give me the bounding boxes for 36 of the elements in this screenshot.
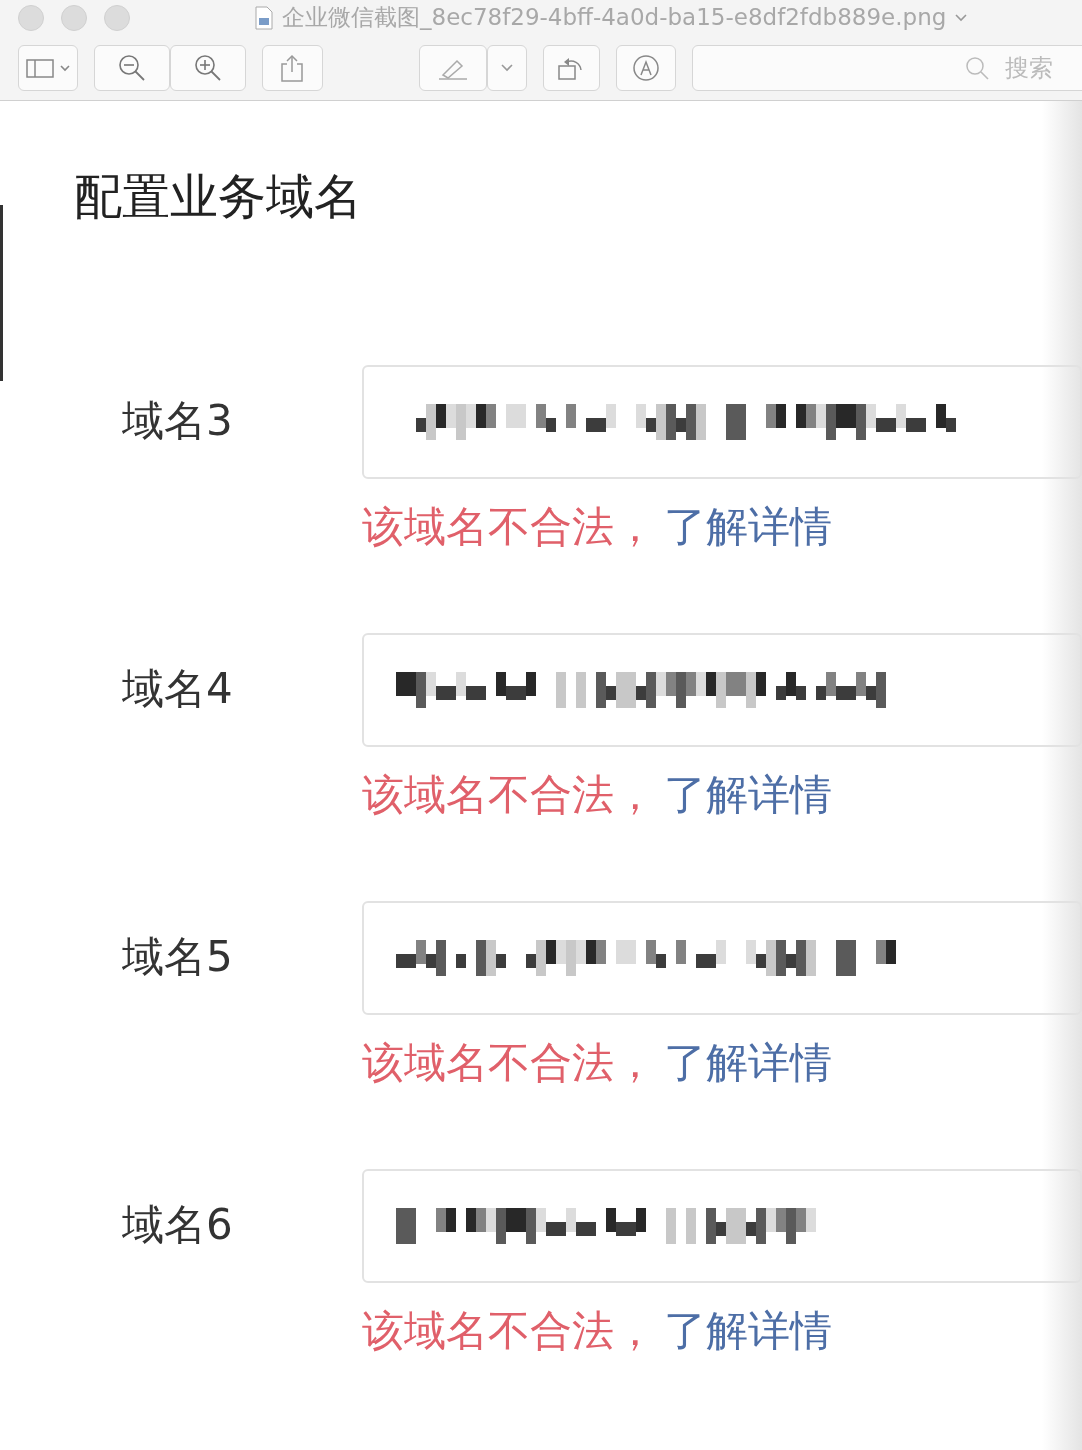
image-file-icon	[254, 5, 274, 30]
chevron-down-icon[interactable]	[954, 12, 969, 23]
page-title: 配置业务域名	[74, 167, 363, 226]
error-message: 该域名不合法，	[362, 1305, 656, 1357]
zoom-button[interactable]	[104, 5, 130, 31]
annotate-button[interactable]	[615, 45, 676, 91]
dropdown-button[interactable]	[486, 45, 527, 91]
input-field[interactable]	[362, 1169, 1082, 1283]
minimize-button[interactable]	[61, 5, 87, 31]
sidebar-toggle-button[interactable]	[18, 45, 79, 91]
share-icon	[279, 53, 306, 83]
error-message: 该域名不合法，	[362, 501, 656, 553]
input-field[interactable]	[362, 365, 1082, 479]
rotate-button[interactable]	[542, 45, 600, 91]
details-link[interactable]: 了解详情	[664, 1035, 832, 1091]
details-link[interactable]: 了解详情	[664, 767, 832, 823]
details-link[interactable]: 了解详情	[664, 499, 832, 555]
markup-pen-button[interactable]	[418, 45, 487, 91]
field-label: 域名6	[122, 1199, 234, 1251]
details-link[interactable]: 了解详情	[664, 1303, 832, 1359]
field-label: 域名5	[122, 931, 234, 983]
field-label: 域名3	[122, 395, 234, 447]
letter-a-circle-icon	[630, 53, 661, 83]
input-field[interactable]	[362, 633, 1082, 747]
window-title: 企业微信截图_8ec78f29-4bff-4a0d-ba15-e8df2fdb889e.png	[282, 3, 947, 32]
zoom-out-button[interactable]	[94, 45, 171, 91]
error-message: 该域名不合法，	[362, 1037, 656, 1089]
close-button[interactable]	[18, 5, 44, 31]
error-message: 该域名不合法，	[362, 769, 656, 821]
chevron-down-icon	[499, 63, 514, 73]
zoom-in-button[interactable]	[170, 45, 247, 91]
input-field[interactable]	[362, 901, 1082, 1015]
field-label: 域名4	[122, 663, 234, 715]
search-icon	[964, 55, 990, 81]
search-field[interactable]: 搜索	[692, 45, 1082, 91]
share-button[interactable]	[262, 45, 323, 91]
